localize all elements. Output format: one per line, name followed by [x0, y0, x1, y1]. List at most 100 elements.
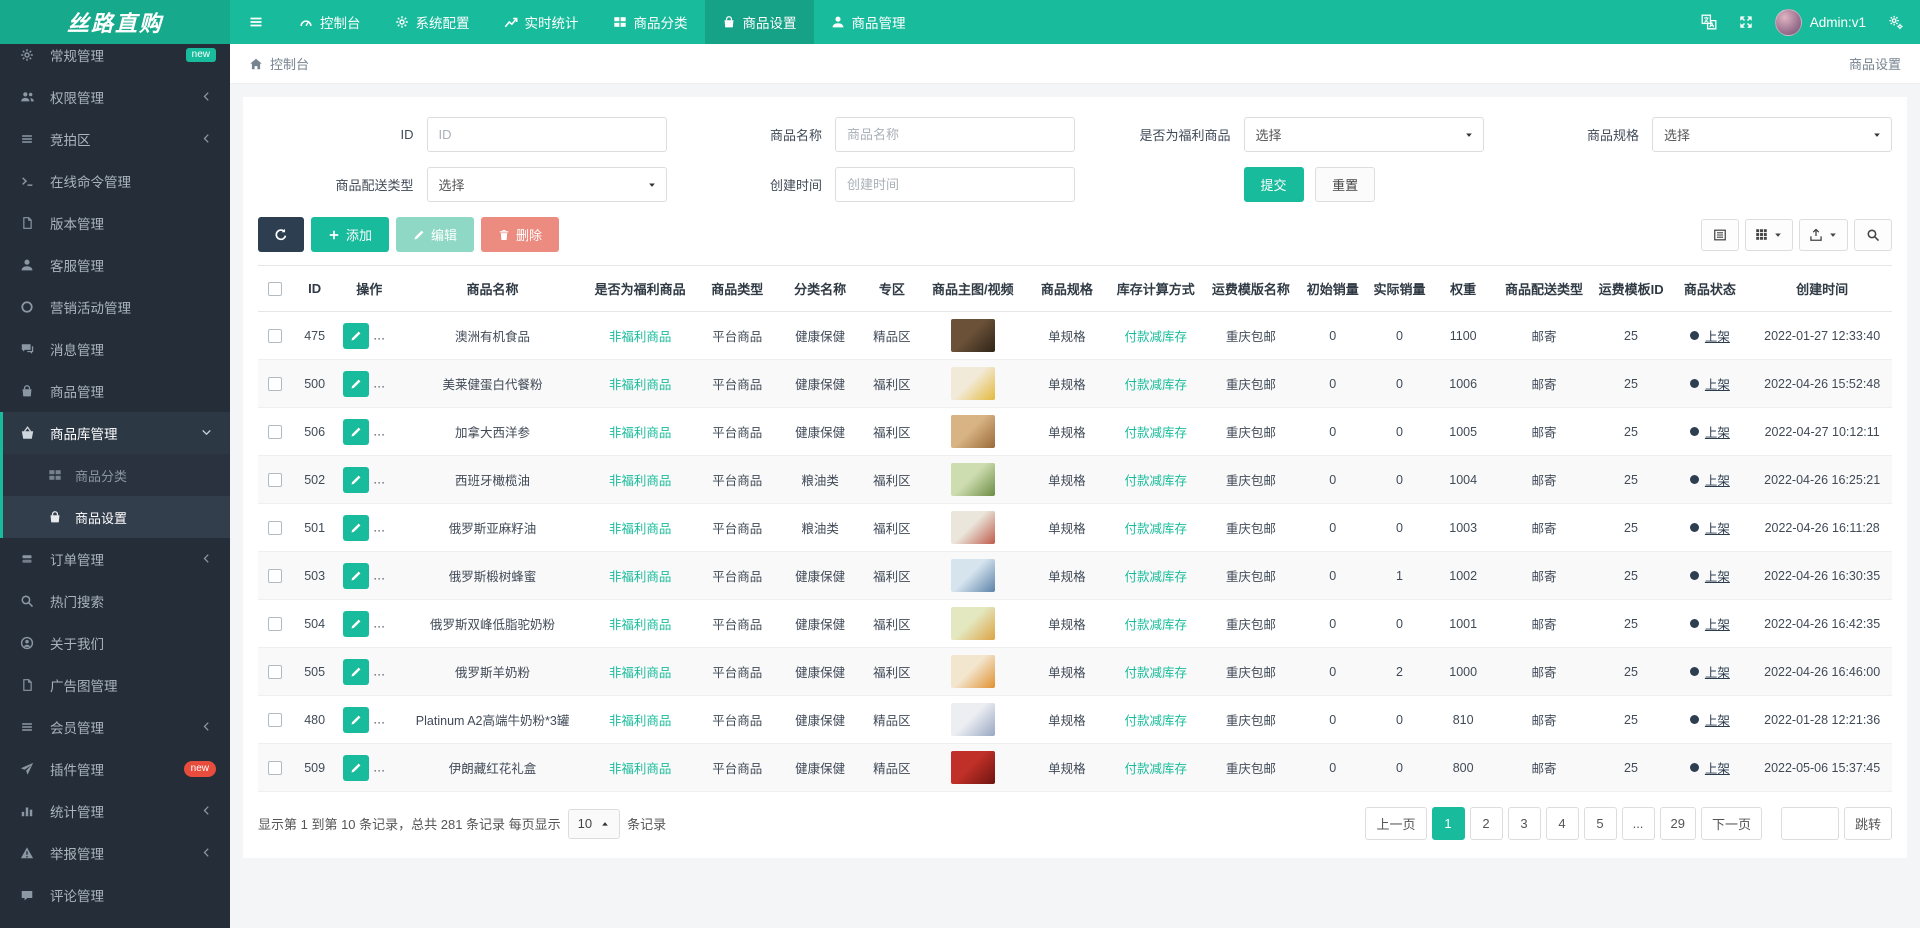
user-menu[interactable]: Admin:v1 — [1774, 8, 1866, 36]
export-button[interactable] — [1799, 218, 1848, 251]
fullscreen-button[interactable] — [1739, 15, 1753, 29]
name-filter-input[interactable] — [835, 117, 1075, 152]
column-header[interactable]: 分类名称 — [777, 265, 863, 312]
nav-item-2[interactable]: 实时统计 — [487, 0, 596, 44]
status-toggle[interactable]: 上架 — [1689, 566, 1730, 585]
prev-page-button[interactable]: 上一页 — [1365, 807, 1427, 840]
nav-item-3[interactable]: 商品分类 — [596, 0, 705, 44]
sidebar-toggle-button[interactable] — [230, 0, 282, 44]
row-checkbox[interactable] — [268, 424, 283, 439]
row-checkbox[interactable] — [268, 616, 283, 631]
submit-button[interactable]: 提交 — [1243, 167, 1304, 202]
sidebar-item[interactable]: 评论管理 — [0, 874, 230, 916]
product-image[interactable] — [950, 607, 995, 640]
breadcrumb-item-dashboard[interactable]: 控制台 — [249, 54, 309, 73]
nav-item-4[interactable]: 商品设置 — [704, 0, 814, 44]
select-all-checkbox[interactable] — [268, 282, 283, 297]
settings-button[interactable] — [1888, 15, 1904, 30]
language-button[interactable] — [1701, 14, 1717, 30]
detail-view-button[interactable] — [1701, 218, 1739, 251]
row-checkbox[interactable] — [268, 376, 283, 391]
sidebar-item[interactable]: 营销活动管理 — [0, 286, 230, 328]
column-header[interactable]: 创建时间 — [1752, 265, 1892, 312]
column-header[interactable]: 商品配送类型 — [1493, 265, 1595, 312]
next-page-button[interactable]: 下一页 — [1700, 807, 1762, 840]
sidebar-item[interactable]: 常规管理 new — [0, 44, 230, 76]
sidebar-item[interactable]: 客服管理 — [0, 244, 230, 286]
sidebar-item[interactable]: 商品库管理 — [3, 412, 230, 454]
column-header[interactable]: 商品名称 — [401, 265, 584, 312]
sidebar-item[interactable]: 举报管理 — [0, 832, 230, 874]
status-toggle[interactable]: 上架 — [1689, 518, 1730, 537]
status-toggle[interactable]: 上架 — [1689, 710, 1730, 729]
column-header[interactable]: 操作 — [336, 265, 402, 312]
status-toggle[interactable]: 上架 — [1689, 662, 1730, 681]
sidebar-item[interactable]: 权限管理 — [0, 76, 230, 118]
reset-button[interactable]: 重置 — [1315, 167, 1376, 202]
page-button-...[interactable]: ... — [1621, 807, 1655, 840]
row-edit-button[interactable] — [342, 514, 369, 541]
product-image[interactable] — [950, 367, 995, 400]
delete-button[interactable]: 删除 — [481, 217, 560, 252]
column-header[interactable]: 商品主图/视频 — [921, 265, 1025, 312]
row-checkbox[interactable] — [268, 328, 283, 343]
column-header[interactable]: 商品类型 — [696, 265, 778, 312]
row-edit-button[interactable] — [342, 562, 369, 589]
sidebar-item[interactable]: 关于我们 — [0, 622, 230, 664]
refresh-button[interactable] — [258, 217, 304, 252]
column-header[interactable]: 专区 — [862, 265, 922, 312]
spec-filter-select[interactable]: 选择 — [1652, 117, 1892, 152]
column-header[interactable]: ID — [292, 265, 337, 312]
product-image[interactable] — [950, 655, 995, 688]
sidebar-item[interactable]: 热门搜索 — [0, 580, 230, 622]
row-edit-button[interactable] — [342, 658, 369, 685]
status-toggle[interactable]: 上架 — [1689, 326, 1730, 345]
add-button[interactable]: 添加 — [311, 217, 390, 252]
row-edit-button[interactable] — [342, 754, 369, 781]
sidebar-item[interactable]: 统计管理 — [0, 790, 230, 832]
nav-item-5[interactable]: 商品管理 — [814, 0, 923, 44]
column-header[interactable]: 运费模板ID — [1594, 265, 1668, 312]
product-image[interactable] — [950, 703, 995, 736]
row-edit-button[interactable] — [342, 466, 369, 493]
sidebar-item[interactable]: 版本管理 — [0, 202, 230, 244]
row-edit-button[interactable] — [342, 610, 369, 637]
sidebar-item[interactable]: 广告图管理 — [0, 664, 230, 706]
row-checkbox[interactable] — [268, 568, 283, 583]
page-button-5[interactable]: 5 — [1583, 807, 1617, 840]
page-button-3[interactable]: 3 — [1507, 807, 1541, 840]
product-image[interactable] — [950, 463, 995, 496]
page-size-select[interactable]: 10 — [567, 808, 621, 839]
row-edit-button[interactable] — [342, 370, 369, 397]
product-image[interactable] — [950, 319, 995, 352]
column-header[interactable]: 商品状态 — [1667, 265, 1753, 312]
sidebar-item[interactable]: 竞拍区 — [0, 118, 230, 160]
row-checkbox[interactable] — [268, 760, 283, 775]
sidebar-subitem[interactable]: 商品设置 — [3, 496, 230, 538]
status-toggle[interactable]: 上架 — [1689, 470, 1730, 489]
product-image[interactable] — [950, 511, 995, 544]
column-header[interactable]: 初始销量 — [1299, 265, 1367, 312]
row-checkbox[interactable] — [268, 712, 283, 727]
product-image[interactable] — [950, 559, 995, 592]
column-header[interactable]: 运费模版名称 — [1202, 265, 1300, 312]
edit-button[interactable]: 编辑 — [396, 217, 475, 252]
sidebar-item[interactable]: 在线命令管理 — [0, 160, 230, 202]
column-header[interactable]: 权重 — [1432, 265, 1494, 312]
page-button-4[interactable]: 4 — [1545, 807, 1579, 840]
row-edit-button[interactable] — [342, 322, 369, 349]
sidebar-item[interactable]: 商品管理 — [0, 370, 230, 412]
status-toggle[interactable]: 上架 — [1689, 374, 1730, 393]
search-toggle-button[interactable] — [1854, 218, 1892, 251]
sidebar-item[interactable]: 消息管理 — [0, 328, 230, 370]
column-header[interactable]: 是否为福利商品 — [583, 265, 697, 312]
id-filter-input[interactable] — [426, 117, 667, 152]
columns-button[interactable] — [1745, 218, 1793, 251]
jump-button[interactable]: 跳转 — [1843, 807, 1892, 840]
sidebar-item[interactable]: 插件管理 new — [0, 748, 230, 790]
row-edit-button[interactable] — [342, 706, 369, 733]
row-edit-button[interactable] — [342, 418, 369, 445]
sidebar-subitem[interactable]: 商品分类 — [3, 454, 230, 496]
page-button-2[interactable]: 2 — [1469, 807, 1503, 840]
sidebar-item[interactable]: 会员管理 — [0, 706, 230, 748]
